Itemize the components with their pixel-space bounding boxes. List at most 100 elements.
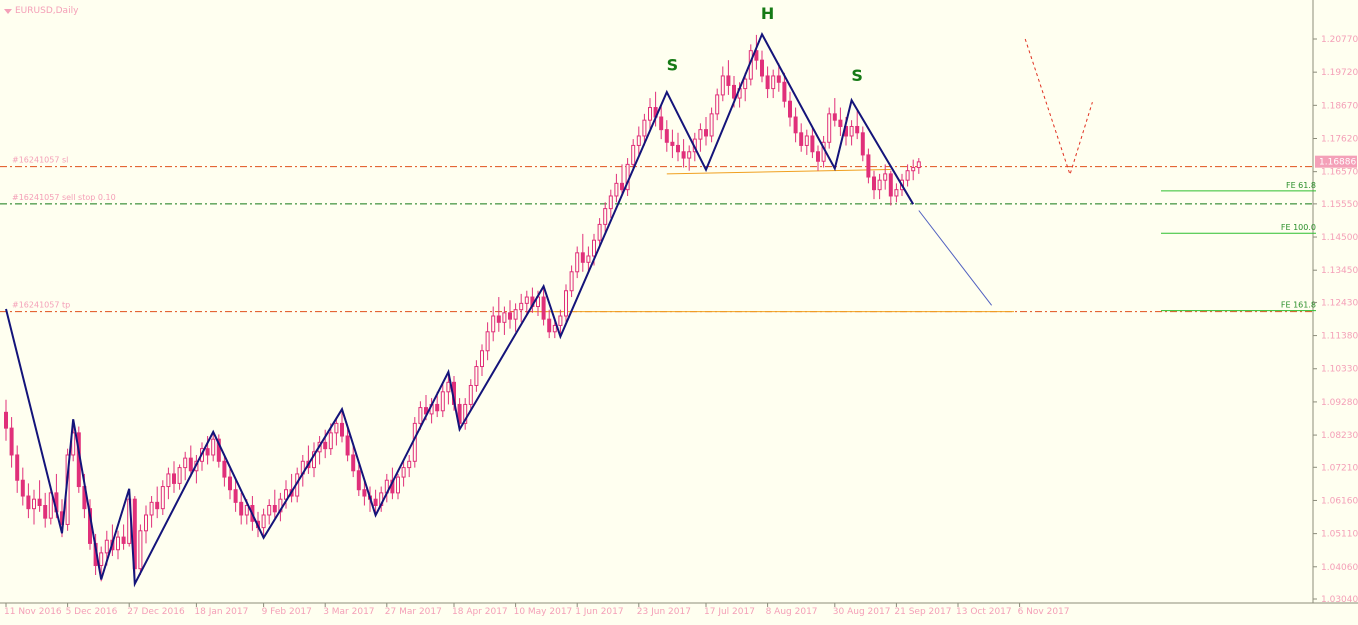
candle-body — [121, 536, 126, 544]
candle-body — [172, 473, 176, 484]
candle-body — [138, 530, 143, 570]
candle-body — [547, 318, 552, 333]
price-tick-label: 1.06160 — [1321, 496, 1358, 506]
candle-body — [580, 252, 585, 263]
candle-body — [177, 467, 182, 484]
price-tick-label: 1.17620 — [1321, 134, 1358, 144]
price-tick-label: 1.20770 — [1321, 35, 1358, 45]
candle-body — [166, 473, 171, 488]
candle-body — [435, 403, 440, 412]
candle-body — [104, 539, 109, 554]
time-tick-label: 18 Apr 2017 — [452, 607, 508, 617]
chevron-down-icon[interactable] — [4, 8, 12, 14]
candle-body — [188, 457, 193, 472]
time-tick-label: 27 Dec 2016 — [127, 607, 185, 617]
candle-body — [877, 179, 882, 191]
candle-body — [810, 135, 815, 153]
candle-body — [569, 271, 574, 292]
candle-body — [670, 141, 675, 146]
candle-body — [676, 144, 680, 153]
candle-body — [222, 460, 227, 478]
candle-body — [687, 151, 692, 159]
candle-body — [586, 255, 591, 263]
candle-body — [491, 315, 496, 333]
fe-level-label: FE 61.8 — [1286, 181, 1316, 190]
candle-body — [446, 381, 451, 393]
candle-body — [351, 454, 356, 472]
time-tick-label: 30 Aug 2017 — [833, 607, 891, 617]
price-tick-label: 1.03040 — [1321, 595, 1358, 605]
candle-body — [827, 113, 832, 143]
time-tick-label: 10 May 2017 — [514, 607, 573, 617]
candle-body — [228, 476, 232, 491]
candle-body — [804, 135, 809, 146]
candle-body — [732, 84, 736, 99]
time-tick-label: 23 Jun 2017 — [637, 607, 691, 617]
price-tick-label: 1.15550 — [1321, 200, 1358, 210]
candle-body — [866, 154, 871, 178]
price-chart[interactable]: #16241057 sl #16241057 sell stop 0.10 #162… — [0, 0, 1358, 625]
candle-body — [233, 489, 238, 503]
candle-body — [37, 498, 42, 507]
candle-body — [771, 75, 776, 90]
candle-body — [160, 486, 165, 510]
time-tick-label: 18 Jan 2017 — [194, 607, 248, 617]
fe-level-label: FE 100.0 — [1281, 223, 1316, 232]
candle-body — [149, 501, 154, 516]
pattern-label: S — [667, 55, 679, 74]
current-price-label: 1.16886 — [1319, 158, 1356, 168]
candle-body — [519, 302, 524, 311]
candle-body — [564, 290, 568, 317]
price-tick-label: 1.09280 — [1321, 398, 1358, 408]
time-tick-label: 3 Mar 2017 — [323, 607, 374, 617]
chart-title-text: EURUSD,Daily — [15, 6, 79, 16]
candle-body — [855, 125, 860, 134]
fe-level-label: FE 161.8 — [1281, 301, 1316, 310]
candle-body — [272, 505, 277, 513]
candle-body — [592, 239, 596, 257]
price-tick-label: 1.14500 — [1321, 233, 1358, 243]
candle-body — [715, 94, 720, 115]
candle-body — [340, 422, 344, 437]
candle-body — [597, 223, 602, 241]
candle-body — [524, 296, 529, 304]
candle-body — [760, 59, 764, 77]
time-tick-label: 8 Aug 2017 — [766, 607, 818, 617]
candle-body — [513, 309, 518, 320]
candle-body — [362, 489, 367, 497]
candle-body — [911, 167, 916, 172]
price-tick-label: 1.12430 — [1321, 298, 1358, 308]
candle-body — [782, 81, 787, 102]
candle-body — [401, 467, 406, 478]
candle-body — [440, 391, 445, 412]
candle-body — [664, 129, 669, 143]
candle-body — [407, 460, 412, 469]
candle-body — [636, 135, 641, 146]
candle-body — [480, 350, 484, 368]
candle-body — [508, 312, 512, 320]
candle-body — [799, 132, 804, 146]
candle-body — [709, 113, 714, 137]
candle-body — [720, 75, 725, 96]
price-tick-label: 1.04060 — [1321, 563, 1358, 573]
candle-body — [356, 470, 361, 491]
candle-body — [788, 100, 792, 118]
price-tick-label: 1.10330 — [1321, 365, 1358, 375]
candle-body — [99, 552, 104, 567]
candle-body — [396, 476, 400, 494]
chart-title[interactable]: EURUSD,Daily — [4, 6, 78, 16]
candle-body — [681, 151, 686, 159]
chart-window: #16241057 sl #16241057 sell stop 0.10 #162… — [0, 0, 1358, 625]
time-tick-label: 6 Nov 2017 — [1018, 607, 1070, 617]
candle-body — [502, 312, 507, 323]
candle-body — [888, 173, 893, 197]
time-tick-label: 13 Oct 2017 — [956, 607, 1012, 617]
time-tick-label: 17 Jul 2017 — [704, 607, 755, 617]
candle-body — [631, 144, 636, 165]
candle-body — [474, 366, 479, 386]
pattern-label: H — [761, 4, 774, 23]
candle-body — [328, 432, 333, 450]
time-tick-label: 9 Feb 2017 — [262, 607, 312, 617]
candle-body — [860, 132, 865, 156]
candle-body — [496, 315, 501, 323]
